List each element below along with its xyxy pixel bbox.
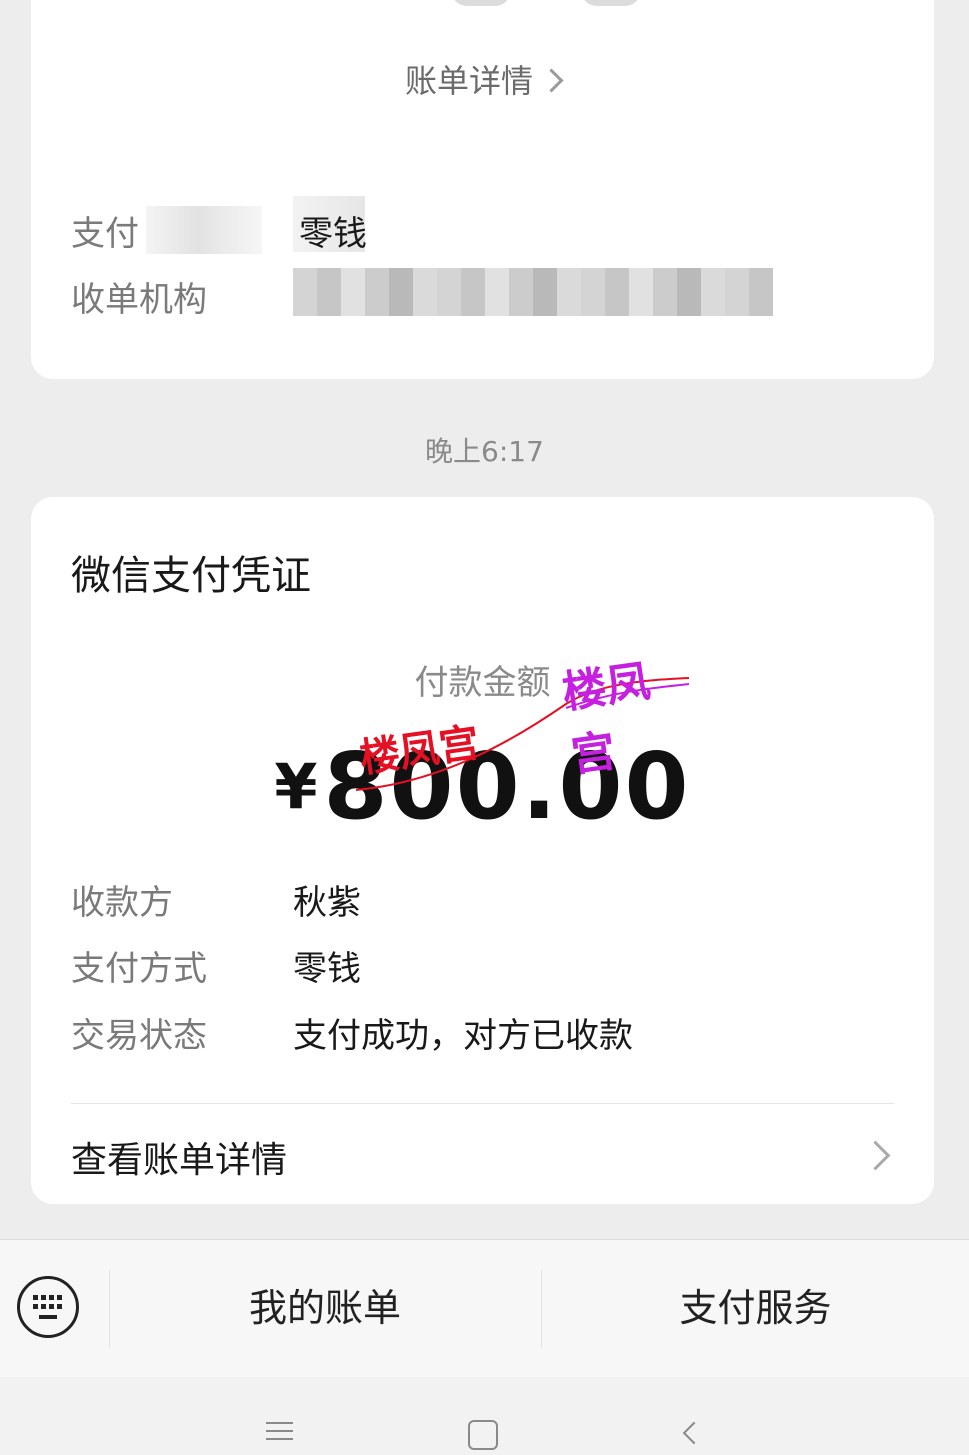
blurred-region — [293, 268, 773, 316]
my-bills-button[interactable]: 我的账单 — [110, 1240, 540, 1377]
pay-services-button[interactable]: 支付服务 — [542, 1240, 969, 1377]
view-bill-details-button[interactable]: 查看账单详情 — [71, 1131, 894, 1187]
keyboard-icon[interactable] — [17, 1276, 79, 1338]
acquirer-row: 收单机构 — [71, 268, 894, 324]
payment-method-row: 支付方式 零钱 — [71, 941, 894, 993]
bill-detail-link[interactable]: 账单详情 — [31, 56, 934, 102]
bottom-menu-bar: 我的账单 支付服务 — [0, 1239, 969, 1377]
payment-amount: ¥800.00 — [31, 733, 934, 840]
blurred-region — [146, 206, 262, 254]
payment-voucher-card[interactable]: 微信支付凭证 付款金额 ¥800.00 楼凤宫 楼凤宫 收款方 秋紫 支付方式 … — [31, 497, 934, 1204]
row-label: 交易状态 — [71, 1016, 207, 1056]
row-value: 支付成功，对方已收款 — [293, 1016, 633, 1056]
row-label: 收单机构 — [71, 280, 207, 320]
back-icon[interactable] — [682, 1421, 706, 1445]
row-label: 收款方 — [71, 883, 173, 923]
view-bill-details-label: 查看账单详情 — [71, 1140, 288, 1181]
transaction-status-row: 交易状态 支付成功，对方已收款 — [71, 1008, 894, 1060]
row-label: 支付 — [71, 214, 139, 254]
row-value: 零钱 — [293, 949, 361, 989]
row-value: 零钱 — [299, 214, 367, 254]
chevron-right-icon — [860, 1140, 891, 1171]
currency-symbol: ¥ — [274, 750, 320, 823]
previous-payment-card: 账单详情 支付 零钱 收单机构 — [31, 0, 934, 379]
row-label: 支付方式 — [71, 949, 207, 989]
bill-detail-link-label: 账单详情 — [404, 62, 533, 100]
system-navigation-bar — [0, 1377, 969, 1455]
menu-icon[interactable] — [266, 1422, 293, 1440]
message-timestamp: 晚上6:17 — [425, 435, 544, 468]
row-value: 秋紫 — [293, 883, 361, 923]
amount-label: 付款金额 — [414, 663, 551, 703]
chevron-right-icon — [539, 67, 564, 93]
divider — [71, 1103, 894, 1104]
cropped-graphic — [451, 0, 651, 10]
payee-row: 收款方 秋紫 — [71, 875, 894, 927]
amount-value: 800.00 — [323, 733, 691, 840]
home-icon[interactable] — [468, 1420, 498, 1450]
payment-method-row: 支付 零钱 — [71, 196, 894, 258]
voucher-title: 微信支付凭证 — [71, 553, 311, 599]
